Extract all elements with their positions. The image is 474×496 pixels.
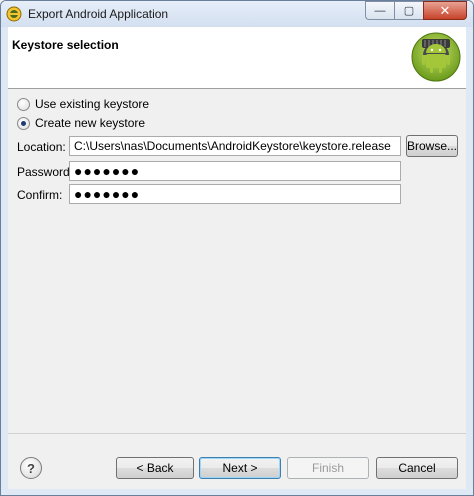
help-icon[interactable]: ? <box>20 457 42 479</box>
password-input[interactable]: ●●●●●●● <box>69 161 401 181</box>
use-existing-radio[interactable] <box>17 97 30 111</box>
finish-button[interactable]: Finish <box>287 457 369 479</box>
eclipse-icon <box>6 6 22 22</box>
wizard-header: Keystore selection <box>8 27 466 89</box>
create-new-radio[interactable] <box>17 116 30 130</box>
close-button[interactable]: ✕ <box>423 1 467 20</box>
browse-button[interactable]: Browse... <box>406 135 458 157</box>
wizard-footer: ? < Back Next > Finish Cancel <box>8 433 466 489</box>
window-controls: — ▢ ✕ <box>365 1 467 21</box>
back-button[interactable]: < Back <box>116 457 194 479</box>
window-title: Export Android Application <box>28 7 169 21</box>
next-button[interactable]: Next > <box>199 457 281 479</box>
wizard-content: Use existing keystore Create new keystor… <box>8 89 466 433</box>
minimize-button[interactable]: — <box>365 1 394 20</box>
create-new-label: Create new keystore <box>35 116 146 130</box>
confirm-input[interactable]: ●●●●●●● <box>69 184 401 204</box>
cancel-button[interactable]: Cancel <box>376 457 458 479</box>
create-new-option[interactable]: Create new keystore <box>17 116 145 130</box>
location-input[interactable]: C:\Users\nas\Documents\AndroidKeystore\k… <box>69 136 401 156</box>
password-label: Password: <box>17 165 74 179</box>
maximize-button[interactable]: ▢ <box>394 1 423 20</box>
page-title: Keystore selection <box>12 38 119 52</box>
use-existing-option[interactable]: Use existing keystore <box>17 97 149 111</box>
use-existing-label: Use existing keystore <box>35 97 150 111</box>
title-bar[interactable]: Export Android Application — ▢ ✕ <box>1 1 473 27</box>
location-label: Location: <box>17 140 66 154</box>
confirm-label: Confirm: <box>17 188 63 202</box>
export-dialog: Export Android Application — ▢ ✕ Keystor… <box>0 0 474 496</box>
android-logo-icon <box>411 32 461 82</box>
